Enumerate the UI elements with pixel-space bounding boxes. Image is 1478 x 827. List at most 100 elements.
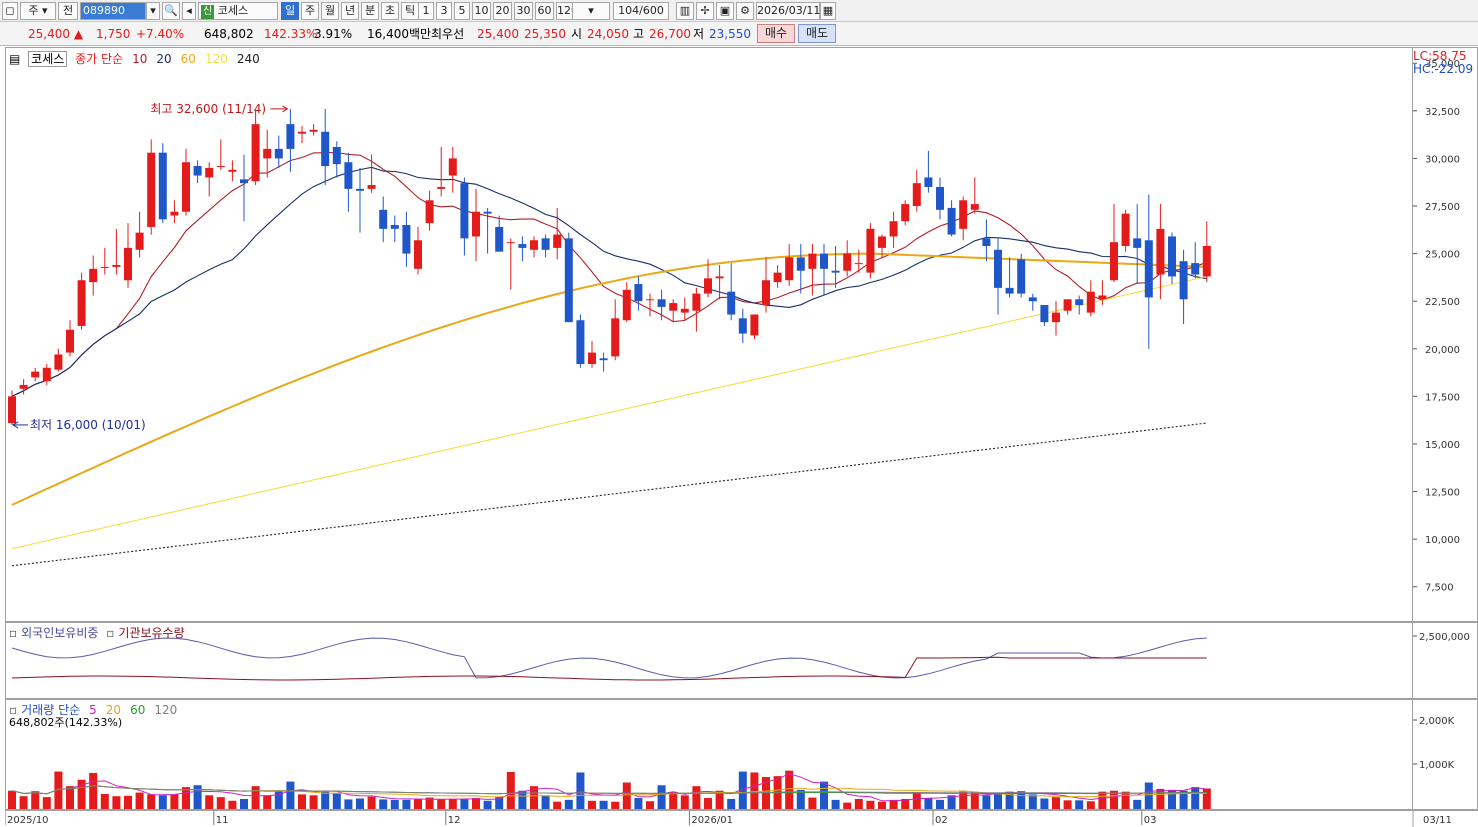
- interval-tab-3[interactable]: 3: [436, 2, 452, 20]
- interval-tab-5[interactable]: 5: [454, 2, 470, 20]
- chart-menu-icon[interactable]: ▤: [9, 52, 20, 66]
- search-icon[interactable]: 🔍: [162, 2, 180, 20]
- candle-body: [715, 276, 724, 279]
- candle-body: [773, 272, 782, 283]
- candle-body: [356, 188, 364, 191]
- volume-bar: [611, 801, 620, 809]
- quote-bar: 25,400 ▲ 1,750 +7.40% 648,802 142.33% 3.…: [0, 22, 1478, 46]
- volume-bar: [564, 799, 573, 809]
- trade-amount: 16,400백만: [367, 27, 432, 41]
- type-select[interactable]: 주 ▾: [20, 2, 56, 20]
- legend-ma-240: 240: [236, 52, 260, 66]
- interval-dropdown[interactable]: ▾: [572, 2, 610, 20]
- calendar-icon[interactable]: ▦: [820, 2, 836, 20]
- name-input[interactable]: 신 코세스: [198, 2, 278, 20]
- high-value: 26,700: [649, 27, 691, 41]
- candle-body: [912, 183, 921, 207]
- investor-panel[interactable]: [5, 622, 1413, 699]
- candle-body: [901, 204, 910, 222]
- volume-bar: [924, 798, 933, 809]
- candle-body: [970, 204, 979, 210]
- high-note: 최고 32,600 (11/14): [150, 102, 266, 116]
- volume-bar: [135, 792, 144, 809]
- candle-body: [1040, 304, 1049, 323]
- candle-body: [112, 265, 121, 267]
- price-tick-label: 12,500: [1425, 488, 1460, 499]
- candle-body: [843, 253, 852, 271]
- volume-bar: [1191, 787, 1200, 809]
- save-icon[interactable]: ▣: [716, 2, 734, 20]
- chart-area: 최고 32,600 (11/14) 최저 16,000 (10/01) 7,500…: [4, 47, 1478, 827]
- candle-body: [530, 240, 538, 250]
- open-value: 24,050: [587, 27, 629, 41]
- volume-chart: [8, 770, 1211, 809]
- period-tab-1[interactable]: 주: [301, 2, 319, 20]
- volume-bar: [332, 793, 341, 809]
- count-field[interactable]: 104/600: [613, 2, 669, 20]
- period-tab-6[interactable]: 틱: [401, 2, 419, 20]
- code-input[interactable]: 089890: [80, 2, 146, 20]
- volume-bar: [483, 800, 492, 809]
- candle-body: [8, 396, 16, 424]
- date-axis: 2025/10 11 12 2026/01 02 03 03/11: [4, 810, 1478, 827]
- volume-panel[interactable]: [5, 699, 1413, 810]
- volume-bar: [205, 795, 214, 809]
- gear-icon[interactable]: ⚙: [736, 2, 754, 20]
- candle-body: [42, 367, 51, 382]
- toolbar: ◻ 주 ▾ 전 089890 ▾ 🔍 ◂ 신 코세스 일주월년분초틱 1 3 5 10…: [0, 0, 1478, 22]
- price-panel[interactable]: 최고 32,600 (11/14) 최저 16,000 (10/01): [5, 47, 1413, 622]
- candle-icon[interactable]: ▥: [676, 2, 694, 20]
- volume-bar: [1156, 788, 1165, 809]
- speaker-icon[interactable]: ◂: [182, 2, 196, 20]
- interval-tab-60[interactable]: 60: [535, 2, 554, 20]
- volume-bar: [1028, 794, 1037, 809]
- open-label: 시: [571, 27, 583, 41]
- volume-bar: [727, 798, 736, 809]
- period-tab-5[interactable]: 초: [381, 2, 399, 20]
- prev-button[interactable]: 전: [58, 2, 78, 20]
- volume-bar: [31, 791, 40, 809]
- candle-body: [483, 211, 492, 214]
- interval-tab-1[interactable]: 1: [418, 2, 434, 20]
- candle-body: [379, 209, 388, 229]
- candle-body: [1179, 261, 1188, 300]
- buy-button[interactable]: 매수: [757, 24, 795, 43]
- date-axis-svg: 2025/10 11 12 2026/01 02 03 03/11: [4, 811, 1452, 827]
- window-icon[interactable]: ◻: [2, 2, 18, 20]
- interval-tab-30[interactable]: 30: [514, 2, 533, 20]
- volume-bar: [228, 800, 237, 809]
- volume-bar: [390, 799, 399, 809]
- period-tab-4[interactable]: 분: [361, 2, 379, 20]
- volume-bar: [750, 772, 759, 809]
- code-dropdown-icon[interactable]: ▾: [146, 2, 160, 20]
- candle-body: [31, 371, 40, 378]
- period-tab-2[interactable]: 월: [321, 2, 339, 20]
- period-tab-3[interactable]: 년: [341, 2, 359, 20]
- volume-bar: [808, 797, 817, 809]
- legend-foreign-ratio: 외국인보유비중: [21, 626, 99, 640]
- volume-bar: [704, 798, 712, 809]
- date-label: 03: [1144, 815, 1157, 826]
- sell-button[interactable]: 매도: [798, 24, 836, 43]
- interval-tab-20[interactable]: 20: [493, 2, 512, 20]
- volume-bar: [785, 770, 794, 809]
- crosshair-icon[interactable]: ✢: [696, 2, 714, 20]
- date-field[interactable]: 2026/03/11: [756, 2, 820, 20]
- candle-body: [251, 124, 260, 182]
- candle-body: [263, 148, 272, 159]
- volume-bar: [669, 792, 678, 809]
- candle-body: [437, 186, 446, 189]
- period-tab-0[interactable]: 일: [281, 2, 299, 20]
- candle-body: [1017, 259, 1026, 294]
- candle-body: [19, 384, 28, 389]
- candle-body: [54, 354, 63, 370]
- candle-body: [727, 291, 736, 315]
- candle-body: [1168, 236, 1176, 277]
- interval-tab-10[interactable]: 10: [472, 2, 491, 20]
- legend-ma-120: 120: [204, 52, 228, 66]
- best-ask: 25,400: [477, 27, 519, 41]
- volume-bar: [553, 801, 562, 809]
- candle-body: [1063, 299, 1072, 311]
- candle-body: [170, 211, 179, 216]
- ma-line-10: [11, 151, 1207, 397]
